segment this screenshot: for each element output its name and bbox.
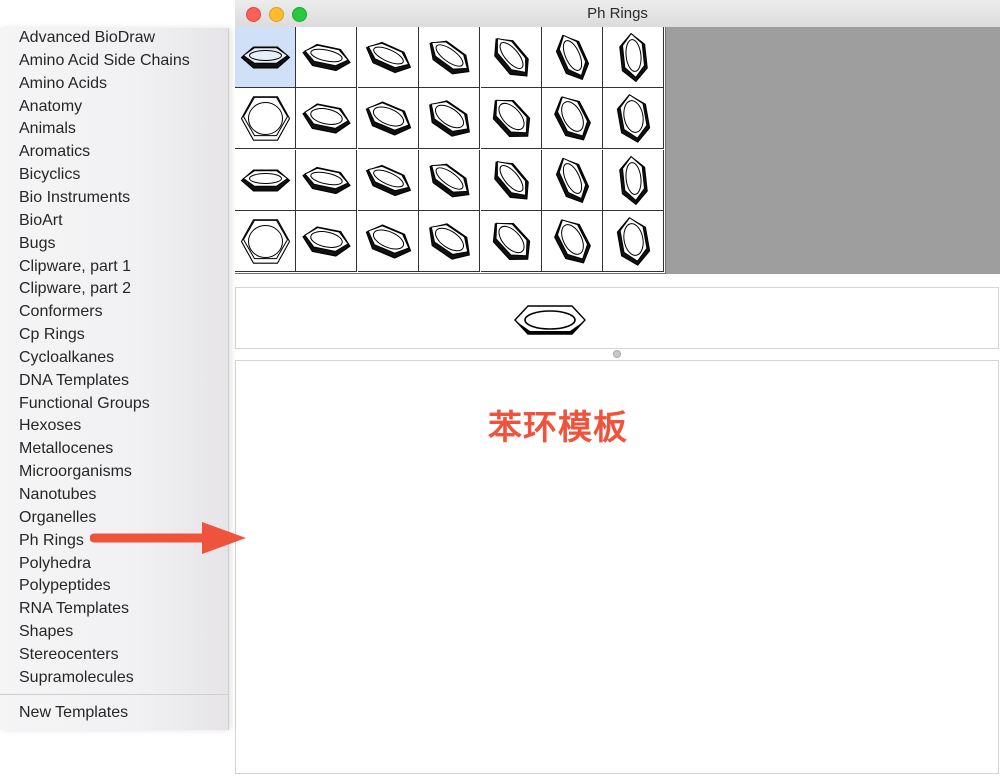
benzene-ring-preview-icon bbox=[514, 305, 586, 335]
template-cell[interactable] bbox=[357, 149, 419, 211]
benzene-ring-icon bbox=[365, 224, 412, 259]
menu-item-cycloalkanes[interactable]: Cycloalkanes bbox=[19, 347, 114, 369]
benzene-ring-icon bbox=[555, 157, 590, 203]
benzene-ring-icon bbox=[240, 96, 291, 142]
template-grid bbox=[235, 27, 666, 274]
benzene-ring-icon bbox=[302, 43, 352, 72]
menu-item-supramolecules[interactable]: Supramolecules bbox=[19, 667, 134, 689]
menu-item-microorganisms[interactable]: Microorganisms bbox=[19, 461, 132, 483]
menu-item-bicyclics[interactable]: Bicyclics bbox=[19, 164, 80, 186]
benzene-ring-icon bbox=[554, 219, 591, 264]
template-cell[interactable] bbox=[235, 149, 296, 211]
menu-item-rna-templates[interactable]: RNA Templates bbox=[19, 598, 129, 620]
benzene-ring-icon bbox=[493, 37, 529, 77]
window-title: Ph Rings bbox=[587, 5, 648, 22]
menu-item-stereocenters[interactable]: Stereocenters bbox=[19, 644, 119, 666]
menu-item-dna-templates[interactable]: DNA Templates bbox=[19, 370, 129, 392]
menu-item-amino-acid-side-chains[interactable]: Amino Acid Side Chains bbox=[19, 50, 190, 72]
template-cell[interactable] bbox=[542, 27, 603, 88]
template-cell[interactable] bbox=[357, 211, 419, 273]
menu-item-bioart[interactable]: BioArt bbox=[19, 210, 63, 232]
template-cell[interactable] bbox=[480, 27, 542, 88]
menu-item-anatomy[interactable]: Anatomy bbox=[19, 96, 82, 118]
menu-item-polypeptides[interactable]: Polypeptides bbox=[19, 575, 111, 597]
menu-item-new-templates[interactable]: New Templates bbox=[19, 702, 128, 724]
benzene-ring-icon bbox=[240, 219, 291, 264]
template-cell[interactable] bbox=[542, 211, 603, 273]
title-bar: Ph Rings bbox=[235, 0, 1000, 28]
benzene-ring-icon bbox=[493, 160, 529, 200]
menu-item-functional-groups[interactable]: Functional Groups bbox=[19, 393, 150, 415]
menu-item-hexoses[interactable]: Hexoses bbox=[19, 415, 81, 437]
benzene-ring-icon bbox=[365, 101, 412, 136]
template-preview bbox=[235, 287, 999, 349]
template-cell[interactable] bbox=[603, 88, 665, 150]
template-cell[interactable] bbox=[296, 27, 358, 88]
ph-rings-window: Ph Rings bbox=[235, 0, 1000, 784]
menu-item-nanotubes[interactable]: Nanotubes bbox=[19, 484, 96, 506]
menu-item-aromatics[interactable]: Aromatics bbox=[19, 141, 90, 163]
template-cell[interactable] bbox=[357, 88, 419, 150]
menu-item-polyhedra[interactable]: Polyhedra bbox=[19, 553, 91, 575]
template-cell[interactable] bbox=[235, 88, 296, 150]
menu-item-bio-instruments[interactable]: Bio Instruments bbox=[19, 187, 130, 209]
benzene-ring-icon bbox=[240, 169, 291, 192]
benzene-ring-icon bbox=[429, 100, 471, 138]
menu-item-clipware-part-2[interactable]: Clipware, part 2 bbox=[19, 278, 131, 300]
benzene-ring-icon bbox=[302, 166, 352, 194]
benzene-ring-icon bbox=[554, 96, 591, 141]
benzene-ring-icon bbox=[555, 34, 590, 81]
benzene-ring-icon bbox=[429, 163, 470, 198]
menu-item-organelles[interactable]: Organelles bbox=[19, 507, 96, 529]
template-cell[interactable] bbox=[296, 149, 358, 211]
menu-item-advanced-biodraw[interactable]: Advanced BioDraw bbox=[19, 27, 155, 49]
template-cell[interactable] bbox=[480, 211, 542, 273]
template-cell[interactable] bbox=[480, 88, 542, 150]
template-cell[interactable] bbox=[542, 88, 603, 150]
template-cell[interactable] bbox=[235, 211, 296, 273]
template-cell[interactable] bbox=[419, 149, 481, 211]
splitter-handle[interactable] bbox=[613, 350, 621, 358]
benzene-ring-icon bbox=[240, 46, 291, 69]
template-cell[interactable] bbox=[419, 211, 481, 273]
menu-separator bbox=[0, 694, 228, 695]
benzene-ring-icon bbox=[617, 217, 651, 266]
benzene-ring-icon bbox=[302, 103, 352, 135]
template-grid-area bbox=[235, 27, 1000, 274]
menu-item-amino-acids[interactable]: Amino Acids bbox=[19, 73, 107, 95]
template-cell[interactable] bbox=[603, 27, 665, 88]
benzene-ring-icon bbox=[429, 223, 471, 260]
annotation-label: 苯环模板 bbox=[488, 409, 628, 447]
menu-item-conformers[interactable]: Conformers bbox=[19, 301, 103, 323]
benzene-ring-icon bbox=[365, 41, 411, 74]
menu-item-animals[interactable]: Animals bbox=[19, 118, 76, 140]
template-menu: Advanced BioDraw Amino Acid Side Chains Am… bbox=[0, 28, 229, 730]
arrow-annotation-icon bbox=[90, 522, 246, 554]
benzene-ring-icon bbox=[492, 222, 530, 261]
menu-item-bugs[interactable]: Bugs bbox=[19, 233, 55, 255]
benzene-ring-icon bbox=[617, 94, 651, 144]
template-cell[interactable] bbox=[603, 149, 665, 211]
template-cell[interactable] bbox=[603, 211, 665, 273]
template-cell[interactable] bbox=[419, 27, 481, 88]
benzene-ring-icon bbox=[429, 40, 470, 75]
template-cell[interactable] bbox=[542, 149, 603, 211]
benzene-ring-icon bbox=[619, 155, 649, 205]
template-cell[interactable] bbox=[480, 149, 542, 211]
benzene-ring-icon bbox=[492, 100, 530, 138]
template-cell[interactable] bbox=[296, 211, 358, 273]
template-cell[interactable] bbox=[296, 88, 358, 150]
menu-item-cp-rings[interactable]: Cp Rings bbox=[19, 324, 85, 346]
template-cell[interactable] bbox=[419, 88, 481, 150]
menu-item-ph-rings[interactable]: Ph Rings bbox=[19, 530, 84, 552]
menu-item-clipware-part-1[interactable]: Clipware, part 1 bbox=[19, 256, 131, 278]
benzene-ring-icon bbox=[302, 226, 352, 257]
template-cell[interactable] bbox=[235, 27, 296, 88]
benzene-ring-icon bbox=[619, 32, 649, 83]
menu-item-metallocenes[interactable]: Metallocenes bbox=[19, 438, 113, 460]
benzene-ring-icon bbox=[365, 164, 411, 196]
menu-item-shapes[interactable]: Shapes bbox=[19, 621, 73, 643]
template-cell[interactable] bbox=[357, 27, 419, 88]
